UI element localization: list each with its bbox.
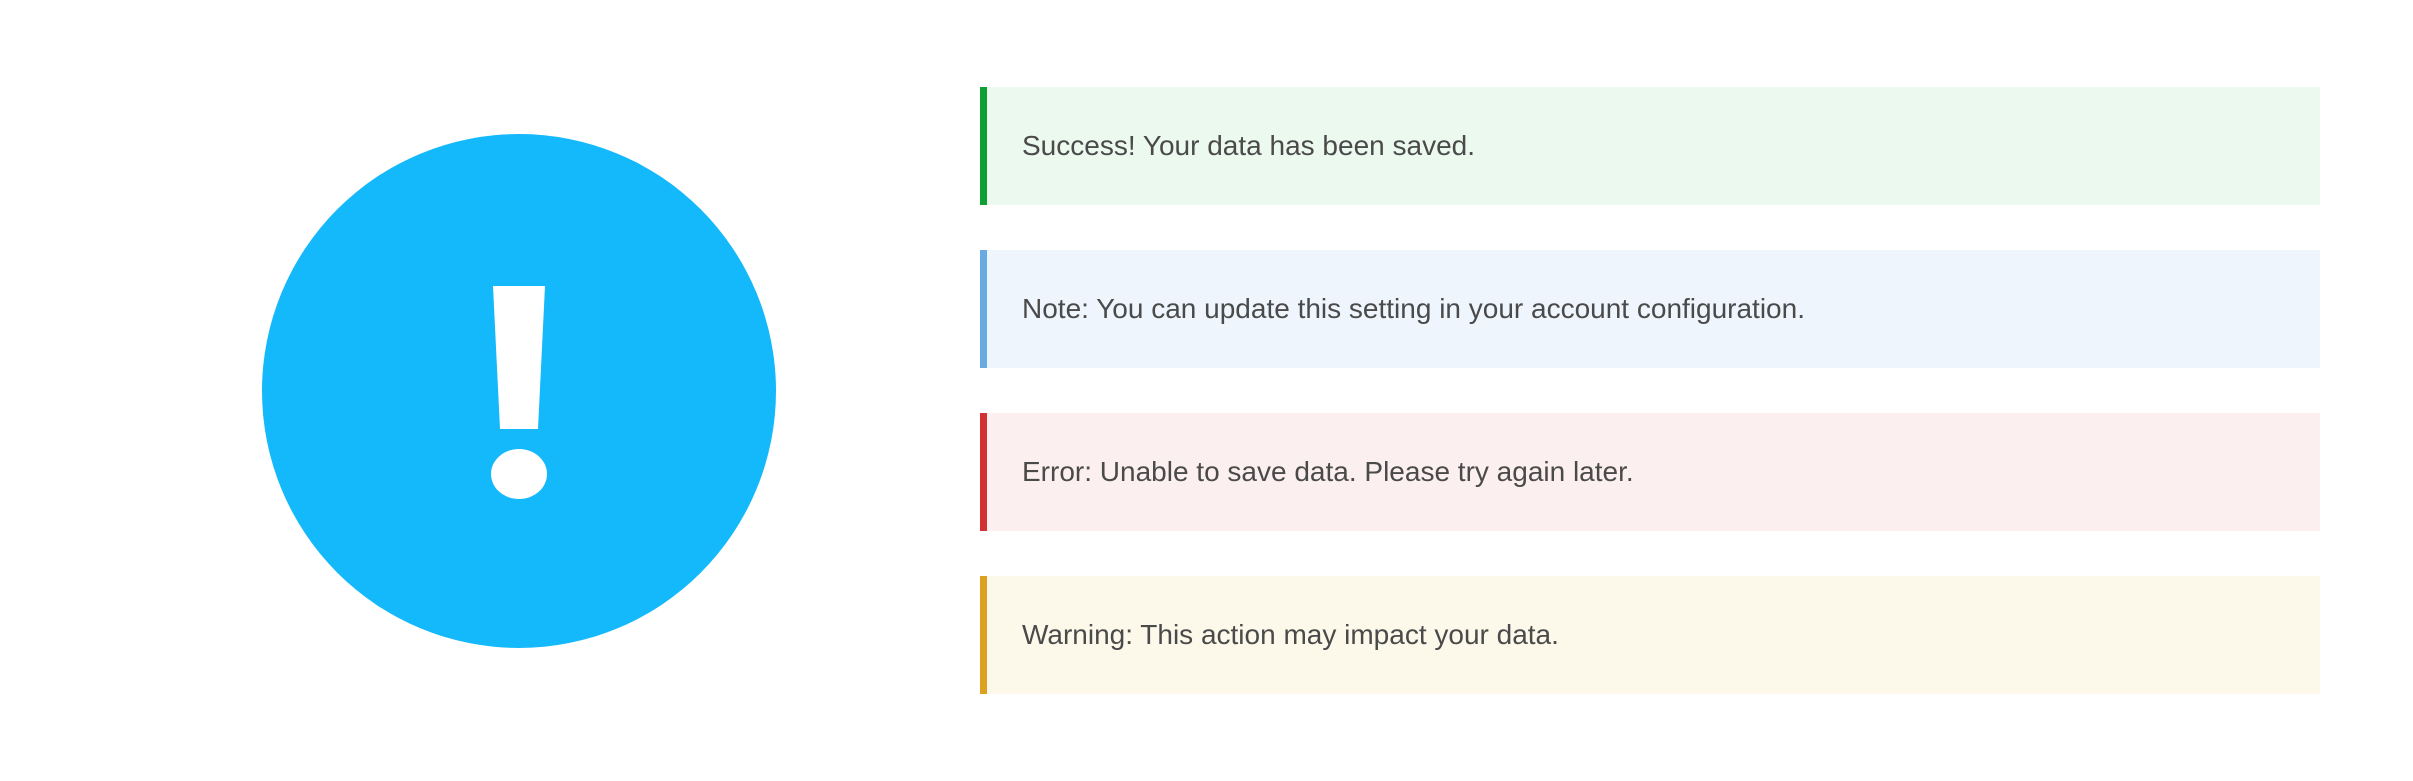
- alert-warning-text: Warning: This action may impact your dat…: [1022, 619, 1559, 650]
- exclamation-icon-svg: [262, 134, 776, 648]
- alert-success: Success! Your data has been saved.: [980, 87, 2320, 205]
- alert-note: Note: You can update this setting in you…: [980, 250, 2320, 368]
- exclamation-bar: [493, 286, 545, 429]
- alert-success-text: Success! Your data has been saved.: [1022, 130, 1475, 161]
- alert-warning: Warning: This action may impact your dat…: [980, 576, 2320, 694]
- alert-note-text: Note: You can update this setting in you…: [1022, 293, 1805, 324]
- alerts-list: Success! Your data has been saved. Note:…: [980, 87, 2320, 694]
- exclamation-dot: [491, 449, 547, 499]
- alert-error-text: Error: Unable to save data. Please try a…: [1022, 456, 1634, 487]
- exclamation-icon: [262, 134, 776, 648]
- alert-error: Error: Unable to save data. Please try a…: [980, 413, 2320, 531]
